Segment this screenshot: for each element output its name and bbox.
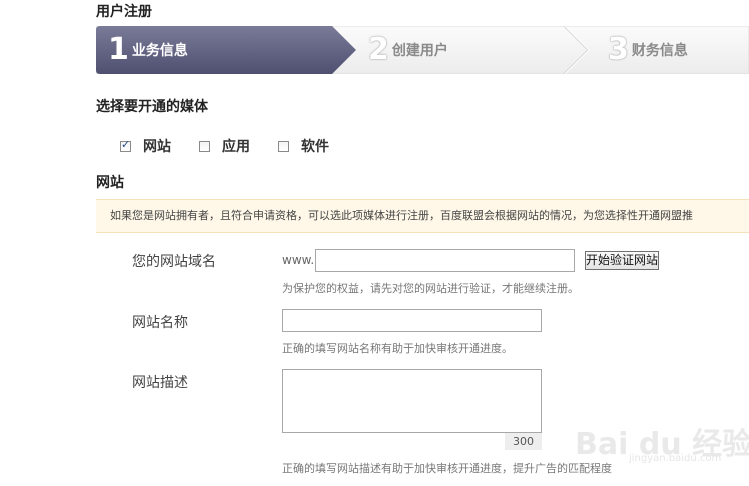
domain-label: 您的网站域名 — [132, 254, 216, 270]
watermark-subtext: jingyan.baidu.com — [629, 453, 722, 464]
website-notice: 如果您是网站拥有者，且符合申请资格，可以选此项媒体进行注册，百度联盟会根据网站的… — [96, 199, 749, 233]
domain-hint: 为保护您的权益，请先对您的网站进行验证，才能继续注册。 — [282, 282, 579, 295]
media-option-app[interactable]: 应用 — [199, 136, 250, 156]
option-label: 网站 — [143, 139, 171, 155]
step-number: 3 — [608, 32, 629, 67]
media-option-software[interactable]: 软件 — [278, 136, 329, 156]
step-progress: 1 业务信息 2 创建用户 3 财务信息 — [96, 26, 749, 74]
option-label: 应用 — [222, 139, 250, 155]
baidu-watermark: Bai du 经验 jingyan.baidu.com — [575, 405, 749, 469]
app-checkbox[interactable] — [199, 140, 210, 152]
domain-input[interactable] — [315, 249, 575, 272]
verify-website-button[interactable]: 开始验证网站 — [585, 251, 659, 270]
domain-prefix: www. — [282, 253, 315, 267]
option-label: 软件 — [301, 139, 329, 155]
char-counter: 300 — [505, 433, 542, 450]
step-number: 2 — [368, 32, 389, 67]
site-description-label: 网站描述 — [132, 375, 188, 391]
site-name-input[interactable] — [282, 309, 542, 332]
step-business-info[interactable]: 1 业务信息 — [108, 26, 188, 74]
media-options: 网站 应用 软件 — [120, 136, 357, 156]
step-label: 业务信息 — [131, 43, 188, 59]
site-name-label: 网站名称 — [132, 315, 188, 331]
page-title: 用户注册 — [96, 4, 152, 20]
media-section-title: 选择要开通的媒体 — [96, 99, 208, 115]
site-name-hint: 正确的填写网站名称有助于加快审核开通进度。 — [282, 342, 513, 355]
site-description-hint: 正确的填写网站描述有助于加快审核开通进度，提升广告的匹配程度 — [282, 462, 612, 475]
step-label: 创建用户 — [391, 43, 448, 59]
website-section-title: 网站 — [96, 175, 124, 191]
registration-page: 用户注册 1 业务信息 2 创建用户 3 财务信息 选择要开通的媒体 ✓ 网站 … — [0, 0, 749, 486]
step-number: 1 — [108, 32, 129, 67]
step-create-user[interactable]: 2 创建用户 — [368, 26, 448, 74]
site-description-textarea[interactable] — [282, 369, 542, 433]
step-finance-info[interactable]: 3 财务信息 — [608, 26, 688, 74]
software-checkbox[interactable] — [278, 140, 289, 152]
step-label: 财务信息 — [631, 43, 688, 59]
media-option-website[interactable]: 网站 — [120, 136, 171, 156]
website-checkbox[interactable] — [120, 138, 131, 152]
